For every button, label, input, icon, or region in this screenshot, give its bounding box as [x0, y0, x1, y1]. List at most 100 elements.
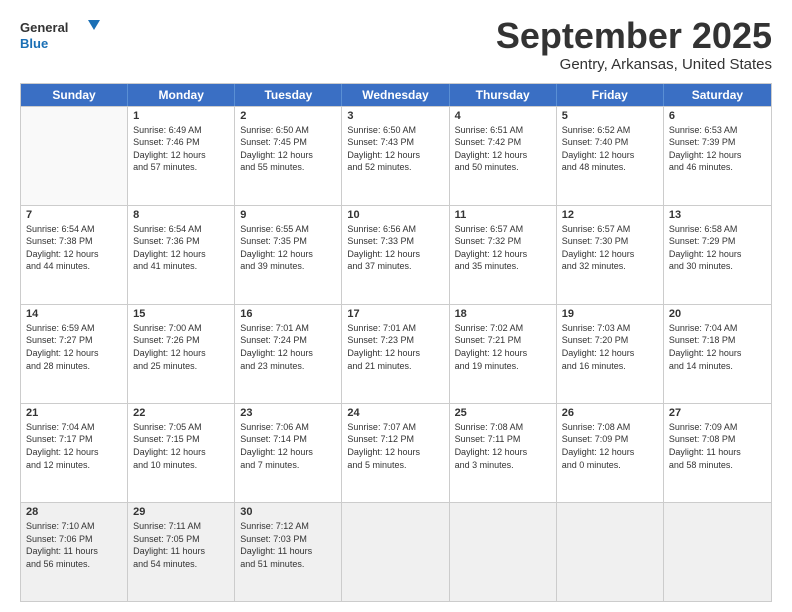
calendar-week-2: 7 Sunrise: 6:54 AM Sunset: 7:38 PM Daylig…: [21, 205, 771, 304]
calendar-cell-4-3: [342, 503, 449, 601]
day-info: Sunrise: 6:57 AM Sunset: 7:30 PM Dayligh…: [562, 223, 658, 273]
calendar-cell-0-6: 6Sunrise: 6:53 AM Sunset: 7:39 PM Daylig…: [664, 107, 771, 205]
calendar-cell-2-1: 15 Sunrise: 7:00 AM Sunset: 7:26 PM Dayli…: [128, 305, 235, 403]
day-number: 9: [240, 209, 336, 221]
calendar-cell-2-5: 19 Sunrise: 7:03 AM Sunset: 7:20 PM Dayli…: [557, 305, 664, 403]
calendar-cell-3-5: 26 Sunrise: 7:08 AM Sunset: 7:09 PM Dayli…: [557, 404, 664, 502]
day-number: 6: [669, 110, 766, 122]
day-info: Sunrise: 6:51 AM Sunset: 7:42 PM Dayligh…: [455, 124, 551, 174]
day-number: 20: [669, 308, 766, 320]
day-info: Sunrise: 7:08 AM Sunset: 7:09 PM Dayligh…: [562, 421, 658, 471]
day-number: 18: [455, 308, 551, 320]
day-number: 17: [347, 308, 443, 320]
title-block: September 2025 Gentry, Arkansas, United …: [496, 16, 772, 73]
day-number: 27: [669, 407, 766, 419]
logo-svg: General Blue: [20, 16, 100, 60]
calendar-cell-4-0: 28 Sunrise: 7:10 AM Sunset: 7:06 PM Dayli…: [21, 503, 128, 601]
calendar-cell-3-3: 24Sunrise: 7:07 AM Sunset: 7:12 PM Dayli…: [342, 404, 449, 502]
calendar-cell-4-6: [664, 503, 771, 601]
calendar-cell-1-2: 9 Sunrise: 6:55 AM Sunset: 7:35 PM Daylig…: [235, 206, 342, 304]
calendar-cell-0-1: 1Sunrise: 6:49 AM Sunset: 7:46 PM Daylig…: [128, 107, 235, 205]
calendar-cell-4-2: 30 Sunrise: 7:12 AM Sunset: 7:03 PM Dayli…: [235, 503, 342, 601]
calendar-week-3: 14Sunrise: 6:59 AM Sunset: 7:27 PM Dayli…: [21, 304, 771, 403]
day-number: 22: [133, 407, 229, 419]
svg-text:General: General: [20, 20, 68, 35]
calendar-cell-2-4: 18 Sunrise: 7:02 AM Sunset: 7:21 PM Dayli…: [450, 305, 557, 403]
calendar-cell-1-0: 7 Sunrise: 6:54 AM Sunset: 7:38 PM Daylig…: [21, 206, 128, 304]
day-info: Sunrise: 7:08 AM Sunset: 7:11 PM Dayligh…: [455, 421, 551, 471]
day-number: 19: [562, 308, 658, 320]
header-day-monday: Monday: [128, 84, 235, 106]
day-info: Sunrise: 6:58 AM Sunset: 7:29 PM Dayligh…: [669, 223, 766, 273]
calendar-cell-4-4: [450, 503, 557, 601]
calendar: SundayMondayTuesdayWednesdayThursdayFrid…: [20, 83, 772, 602]
day-number: 3: [347, 110, 443, 122]
day-number: 5: [562, 110, 658, 122]
calendar-cell-0-5: 5Sunrise: 6:52 AM Sunset: 7:40 PM Daylig…: [557, 107, 664, 205]
calendar-cell-4-5: [557, 503, 664, 601]
day-info: Sunrise: 6:50 AM Sunset: 7:43 PM Dayligh…: [347, 124, 443, 174]
header-day-sunday: Sunday: [21, 84, 128, 106]
calendar-cell-1-3: 10Sunrise: 6:56 AM Sunset: 7:33 PM Dayli…: [342, 206, 449, 304]
calendar-cell-0-2: 2 Sunrise: 6:50 AM Sunset: 7:45 PM Daylig…: [235, 107, 342, 205]
day-number: 28: [26, 506, 122, 518]
calendar-cell-1-1: 8 Sunrise: 6:54 AM Sunset: 7:36 PM Daylig…: [128, 206, 235, 304]
calendar-cell-0-0: [21, 107, 128, 205]
day-info: Sunrise: 6:57 AM Sunset: 7:32 PM Dayligh…: [455, 223, 551, 273]
day-info: Sunrise: 7:10 AM Sunset: 7:06 PM Dayligh…: [26, 520, 122, 570]
day-info: Sunrise: 7:01 AM Sunset: 7:24 PM Dayligh…: [240, 322, 336, 372]
day-info: Sunrise: 7:04 AM Sunset: 7:18 PM Dayligh…: [669, 322, 766, 372]
day-info: Sunrise: 6:59 AM Sunset: 7:27 PM Dayligh…: [26, 322, 122, 372]
day-number: 11: [455, 209, 551, 221]
day-info: Sunrise: 7:03 AM Sunset: 7:20 PM Dayligh…: [562, 322, 658, 372]
day-number: 8: [133, 209, 229, 221]
calendar-cell-4-1: 29 Sunrise: 7:11 AM Sunset: 7:05 PM Dayli…: [128, 503, 235, 601]
header-day-wednesday: Wednesday: [342, 84, 449, 106]
header-day-thursday: Thursday: [450, 84, 557, 106]
day-info: Sunrise: 6:54 AM Sunset: 7:38 PM Dayligh…: [26, 223, 122, 273]
header-day-friday: Friday: [557, 84, 664, 106]
calendar-cell-0-4: 4 Sunrise: 6:51 AM Sunset: 7:42 PM Daylig…: [450, 107, 557, 205]
day-number: 10: [347, 209, 443, 221]
calendar-cell-3-2: 23Sunrise: 7:06 AM Sunset: 7:14 PM Dayli…: [235, 404, 342, 502]
day-info: Sunrise: 6:55 AM Sunset: 7:35 PM Dayligh…: [240, 223, 336, 273]
day-info: Sunrise: 7:04 AM Sunset: 7:17 PM Dayligh…: [26, 421, 122, 471]
day-number: 1: [133, 110, 229, 122]
day-number: 24: [347, 407, 443, 419]
day-info: Sunrise: 7:01 AM Sunset: 7:23 PM Dayligh…: [347, 322, 443, 372]
header-day-tuesday: Tuesday: [235, 84, 342, 106]
page-header: General Blue September 2025 Gentry, Arka…: [20, 16, 772, 73]
calendar-cell-3-4: 25 Sunrise: 7:08 AM Sunset: 7:11 PM Dayli…: [450, 404, 557, 502]
calendar-cell-1-5: 12 Sunrise: 6:57 AM Sunset: 7:30 PM Dayli…: [557, 206, 664, 304]
day-info: Sunrise: 6:54 AM Sunset: 7:36 PM Dayligh…: [133, 223, 229, 273]
day-number: 12: [562, 209, 658, 221]
day-info: Sunrise: 6:50 AM Sunset: 7:45 PM Dayligh…: [240, 124, 336, 174]
day-info: Sunrise: 7:02 AM Sunset: 7:21 PM Dayligh…: [455, 322, 551, 372]
day-number: 2: [240, 110, 336, 122]
day-number: 21: [26, 407, 122, 419]
day-number: 16: [240, 308, 336, 320]
day-number: 13: [669, 209, 766, 221]
day-info: Sunrise: 7:00 AM Sunset: 7:26 PM Dayligh…: [133, 322, 229, 372]
calendar-week-4: 21 Sunrise: 7:04 AM Sunset: 7:17 PM Dayli…: [21, 403, 771, 502]
day-number: 26: [562, 407, 658, 419]
calendar-body: 1Sunrise: 6:49 AM Sunset: 7:46 PM Daylig…: [21, 106, 771, 601]
day-number: 4: [455, 110, 551, 122]
logo: General Blue: [20, 16, 100, 60]
day-info: Sunrise: 7:09 AM Sunset: 7:08 PM Dayligh…: [669, 421, 766, 471]
day-number: 7: [26, 209, 122, 221]
calendar-cell-2-2: 16 Sunrise: 7:01 AM Sunset: 7:24 PM Dayli…: [235, 305, 342, 403]
calendar-cell-1-4: 11 Sunrise: 6:57 AM Sunset: 7:32 PM Dayli…: [450, 206, 557, 304]
calendar-header: SundayMondayTuesdayWednesdayThursdayFrid…: [21, 84, 771, 106]
day-number: 15: [133, 308, 229, 320]
day-info: Sunrise: 7:11 AM Sunset: 7:05 PM Dayligh…: [133, 520, 229, 570]
calendar-cell-3-0: 21 Sunrise: 7:04 AM Sunset: 7:17 PM Dayli…: [21, 404, 128, 502]
day-number: 30: [240, 506, 336, 518]
day-info: Sunrise: 7:06 AM Sunset: 7:14 PM Dayligh…: [240, 421, 336, 471]
calendar-week-1: 1Sunrise: 6:49 AM Sunset: 7:46 PM Daylig…: [21, 106, 771, 205]
location-subtitle: Gentry, Arkansas, United States: [496, 56, 772, 73]
month-title: September 2025: [496, 16, 772, 56]
day-number: 25: [455, 407, 551, 419]
day-number: 29: [133, 506, 229, 518]
day-info: Sunrise: 7:12 AM Sunset: 7:03 PM Dayligh…: [240, 520, 336, 570]
